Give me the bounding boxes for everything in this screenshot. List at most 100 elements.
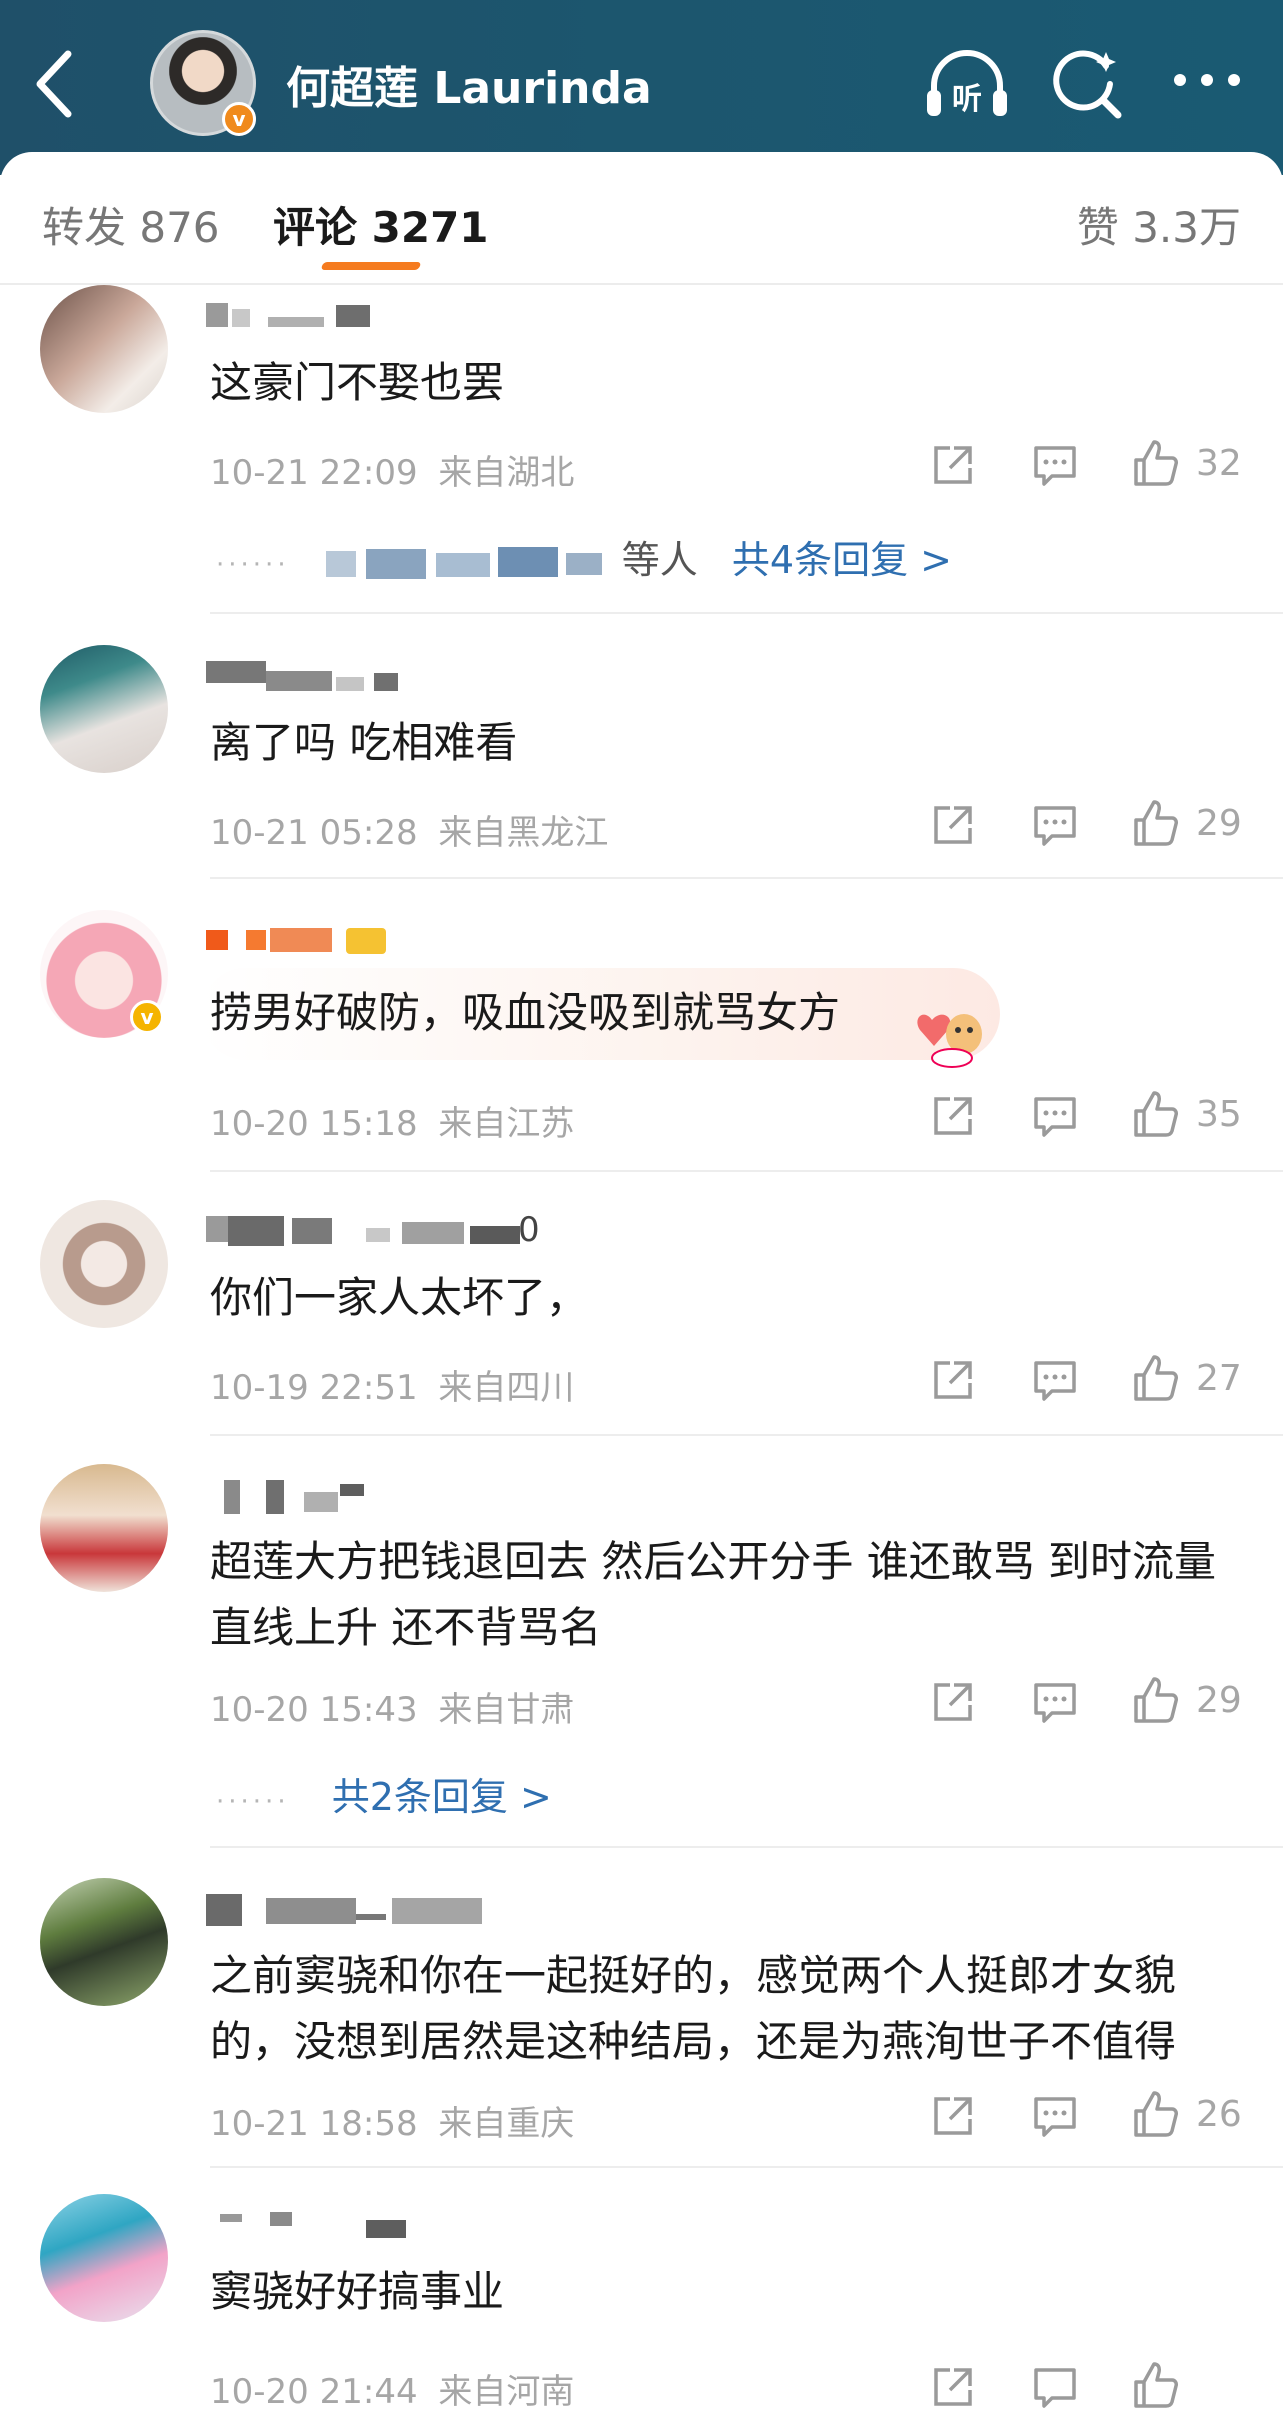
comment-time: 10-20 15:43 <box>210 1690 418 1730</box>
tab-likes[interactable]: 赞 3.3万 <box>1077 194 1241 255</box>
thumbs-up-icon[interactable] <box>1130 438 1180 488</box>
comment-location: 来自河南 <box>438 2372 575 2412</box>
listen-button[interactable]: 听 <box>922 46 1012 122</box>
comment-meta: 10-20 21:44 来自河南 <box>210 2364 574 2413</box>
commenter-avatar[interactable] <box>40 1200 168 1328</box>
comment-text: 超莲大方把钱退回去 然后公开分手 谁还敢骂 到时流量直线上升 还不背骂名 <box>210 1537 1217 1652</box>
thumbs-up-icon[interactable] <box>1130 1675 1180 1725</box>
verified-badge-icon: v <box>222 102 256 136</box>
comment-time: 10-20 15:18 <box>210 1104 418 1144</box>
comment-meta: 10-19 22:51 来自四川 <box>210 1360 574 1409</box>
comment-reply-icon[interactable] <box>1030 800 1080 850</box>
comment-meta: 10-21 18:58 来自重庆 <box>210 2096 574 2145</box>
comment-text: 之前窦骁和你在一起挺好的，感觉两个人挺郎才女貌的，没想到居然是这种结局，还是为燕… <box>210 1951 1177 2066</box>
comment-time: 10-19 22:51 <box>210 1368 418 1408</box>
share-icon[interactable] <box>928 440 978 490</box>
divider <box>210 1846 1283 1848</box>
thumbs-up-icon[interactable] <box>1130 1353 1180 1403</box>
listen-label: 听 <box>952 82 982 117</box>
share-icon[interactable] <box>928 1677 978 1727</box>
comment-meta: 10-21 05:28 来自黑龙江 <box>210 805 608 854</box>
like-count: 35 <box>1196 1094 1242 1135</box>
comment-text: 捞男好破防，吸血没吸到就骂女方 <box>210 988 841 1037</box>
commenter-name-suffix: 0 <box>518 1210 540 1250</box>
share-icon[interactable] <box>928 2362 978 2412</box>
commenter-avatar[interactable] <box>40 645 168 773</box>
back-arrow-icon <box>36 50 72 118</box>
reply-summary[interactable]: ······ 等人 共4条回复 > <box>216 529 952 584</box>
thumbs-up-icon[interactable] <box>1130 2360 1180 2410</box>
thumbs-up-icon[interactable] <box>1130 798 1180 848</box>
verified-badge-icon: v <box>130 1000 164 1034</box>
active-tab-indicator <box>320 262 422 270</box>
comment-text: 窦骁好好搞事业 <box>210 2267 505 2316</box>
comment-reply-icon[interactable] <box>1030 1355 1080 1405</box>
comment-location: 来自江苏 <box>438 1104 575 1144</box>
reply-dots: ······ <box>216 550 290 580</box>
comment-time: 10-21 18:58 <box>210 2104 418 2144</box>
more-button[interactable] <box>1170 60 1244 100</box>
comment-reply-icon[interactable] <box>1030 440 1080 490</box>
divider <box>210 2166 1283 2168</box>
comment-reply-icon[interactable] <box>1030 2091 1080 2141</box>
comment-reply-icon[interactable] <box>1030 1091 1080 1141</box>
divider <box>210 1170 1283 1172</box>
thumbs-up-icon[interactable] <box>1130 1089 1180 1139</box>
commenter-name[interactable] <box>206 1890 526 1926</box>
page-title: 何超莲 Laurinda <box>286 63 652 114</box>
commenter-avatar[interactable] <box>40 285 168 413</box>
commenter-name[interactable] <box>206 2206 426 2242</box>
comment-meta: 10-20 15:43 来自甘肃 <box>210 1682 574 1731</box>
like-count: 27 <box>1196 1358 1242 1399</box>
headphones-icon: 听 <box>927 50 1007 117</box>
like-count: 29 <box>1196 1680 1242 1721</box>
comment-meta: 10-20 15:18 来自江苏 <box>210 1096 574 1145</box>
thumbs-up-icon[interactable] <box>1130 2089 1180 2139</box>
comment-location: 来自黑龙江 <box>438 813 609 853</box>
comment-meta: 10-21 22:09 来自湖北 <box>210 445 574 494</box>
commenter-name[interactable] <box>206 297 376 333</box>
share-icon[interactable] <box>928 1355 978 1405</box>
share-icon[interactable] <box>928 1091 978 1141</box>
like-count: 29 <box>1196 803 1242 844</box>
comment-reply-icon[interactable] <box>1030 2362 1080 2412</box>
commenter-avatar[interactable] <box>40 1464 168 1592</box>
tab-repost[interactable]: 转发 876 <box>42 194 220 255</box>
like-count: 26 <box>1196 2094 1242 2135</box>
reply-link[interactable]: 共2条回复 > <box>332 1775 552 1819</box>
search-button[interactable] <box>1048 44 1128 124</box>
divider <box>210 1434 1283 1436</box>
back-button[interactable] <box>30 48 80 120</box>
comment-location: 来自湖北 <box>438 453 575 493</box>
redacted-names <box>325 545 606 581</box>
divider <box>0 283 1283 285</box>
commenter-name[interactable]: 0 <box>206 1210 546 1250</box>
share-icon[interactable] <box>928 2091 978 2141</box>
commenter-name[interactable] <box>206 1476 386 1514</box>
commenter-avatar[interactable] <box>40 1878 168 2006</box>
comment-text: 你们一家人太坏了， <box>210 1273 589 1322</box>
comment-time: 10-21 22:09 <box>210 453 418 493</box>
comment-reply-icon[interactable] <box>1030 1677 1080 1727</box>
commenter-name[interactable] <box>206 922 406 958</box>
profile-header: v 何超莲 Laurinda 听 <box>0 0 1283 175</box>
commenter-avatar[interactable] <box>40 2194 168 2322</box>
reply-dots: ······ <box>216 1787 290 1817</box>
commenter-name[interactable] <box>206 657 406 693</box>
tab-comments[interactable]: 评论 3271 <box>273 194 489 255</box>
like-count: 32 <box>1196 443 1242 484</box>
reply-summary[interactable]: ······ 共2条回复 > <box>216 1766 552 1821</box>
tab-bar: 转发 876 评论 3271 赞 3.3万 <box>0 152 1283 284</box>
comment-location: 来自重庆 <box>438 2104 575 2144</box>
heart-sticker-icon <box>917 1014 982 1068</box>
reply-link[interactable]: 共4条回复 > <box>732 538 952 582</box>
comment-location: 来自甘肃 <box>438 1690 575 1730</box>
more-dots-icon <box>1174 74 1240 86</box>
reply-partial: 等人 <box>621 538 698 582</box>
comment-location: 来自四川 <box>438 1368 575 1408</box>
comment-time: 10-20 21:44 <box>210 2372 418 2412</box>
search-icon <box>1053 50 1122 119</box>
comment-text: 离了吗 吃相难看 <box>210 718 518 767</box>
divider <box>210 877 1283 879</box>
share-icon[interactable] <box>928 800 978 850</box>
